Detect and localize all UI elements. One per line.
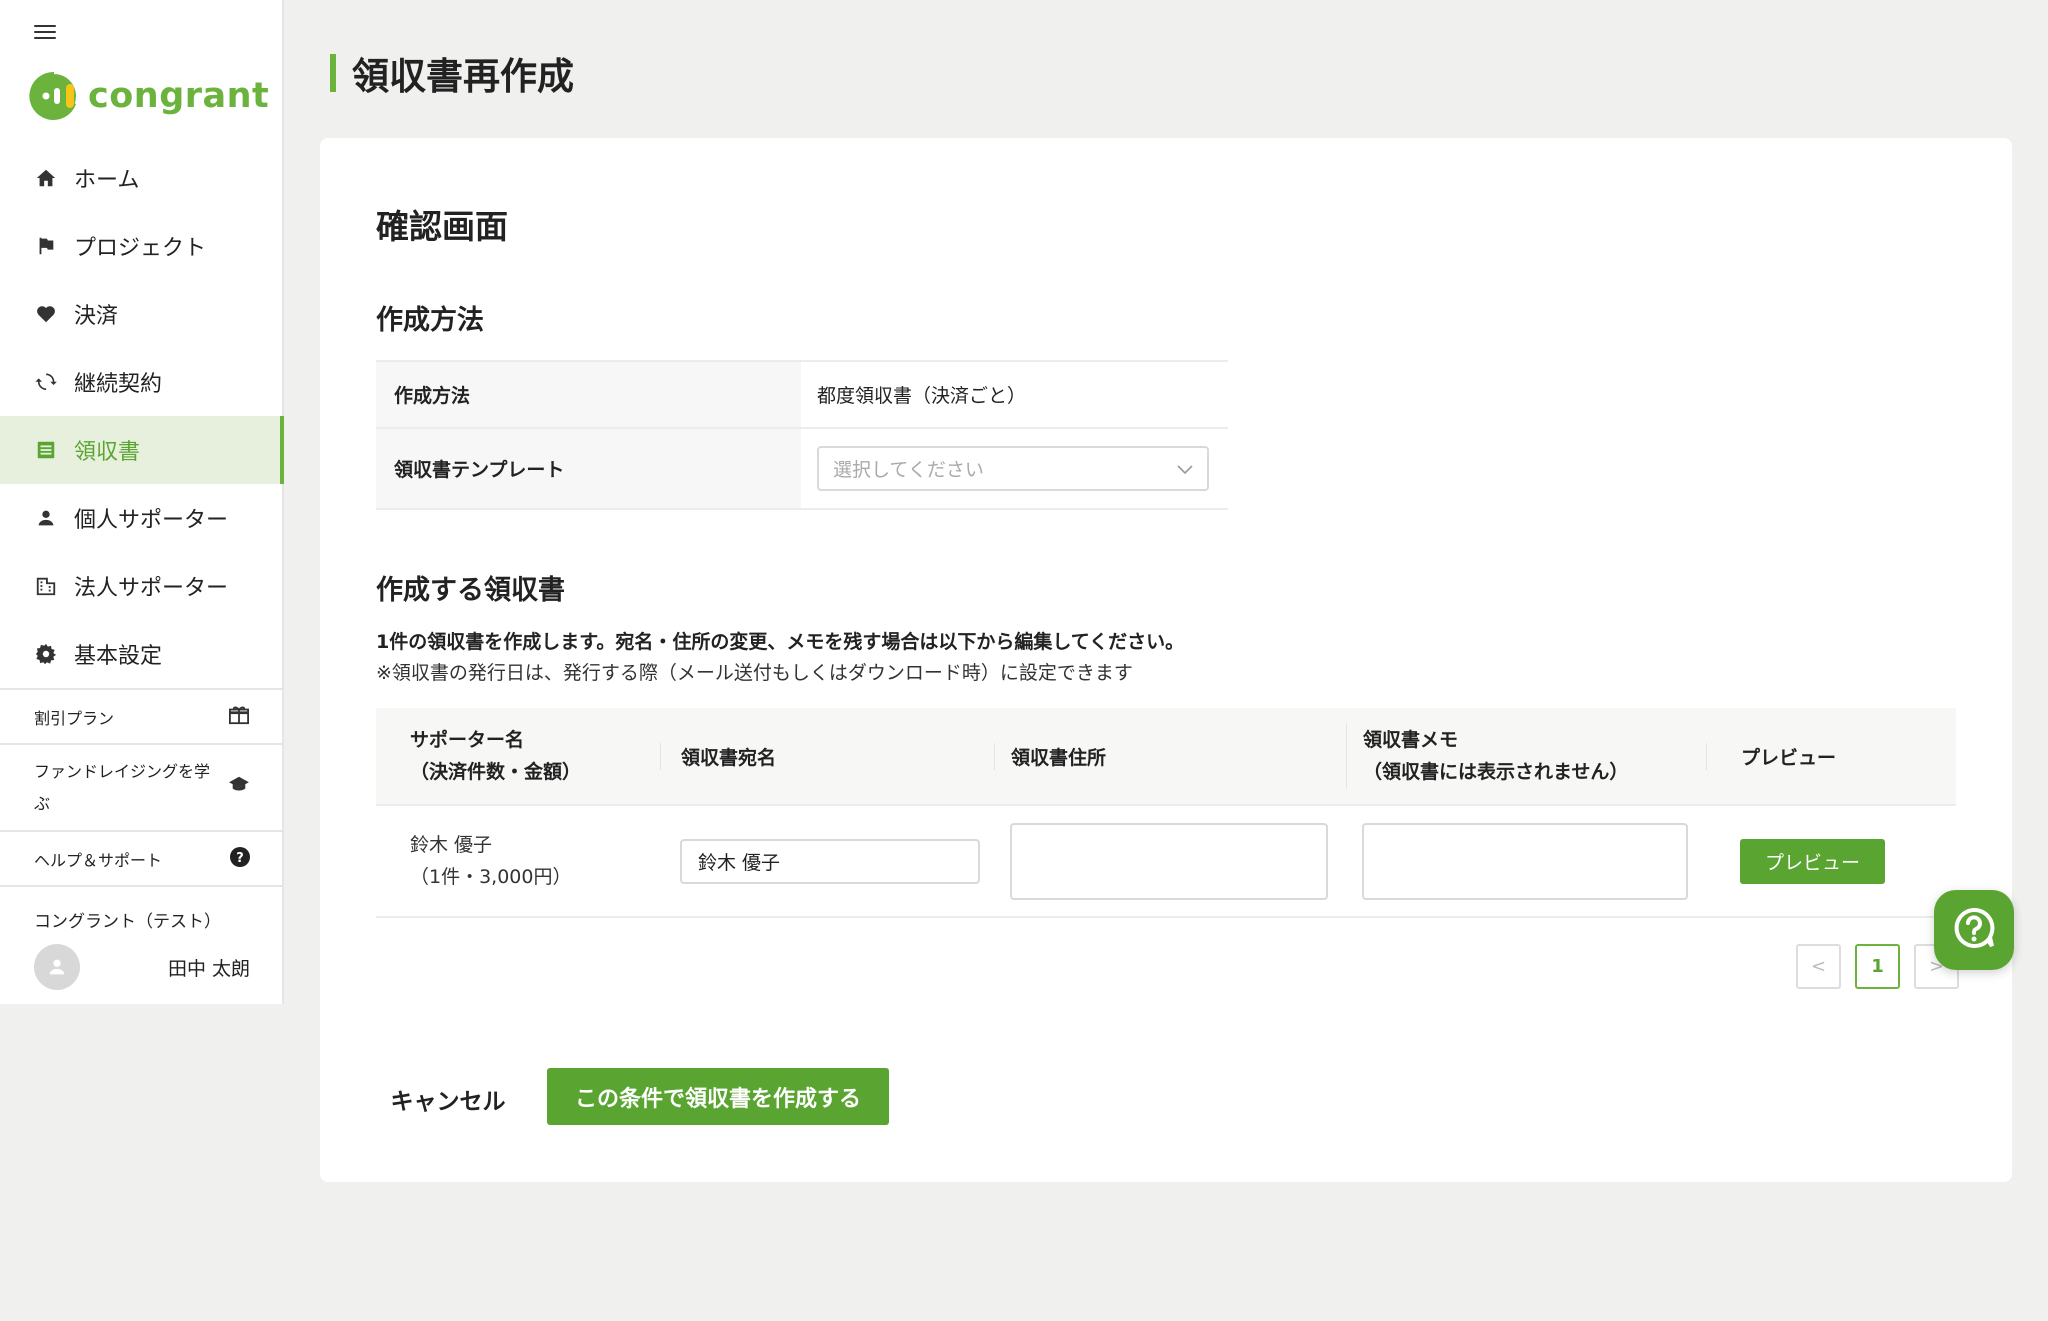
sidebar-item-individual-supporter[interactable]: 個人サポーター — [0, 484, 284, 552]
col-memo-line1: 領収書メモ — [1363, 729, 1459, 751]
sidebar-item-corporate-supporter[interactable]: 法人サポーター — [0, 552, 284, 620]
supporter-summary: （1件・3,000円） — [410, 866, 572, 888]
template-label: 領収書テンプレート — [376, 427, 801, 510]
menu-icon[interactable] — [34, 25, 56, 43]
col-memo-line2: （領収書には表示されません） — [1363, 761, 1629, 783]
cancel-button[interactable]: キャンセル — [384, 1070, 512, 1127]
supporter-name: 鈴木 優子 — [410, 834, 493, 856]
addressee-input[interactable]: 鈴木 優子 — [680, 838, 980, 884]
gear-icon — [34, 642, 58, 666]
col-address: 領収書住所 — [994, 742, 1346, 770]
page-1-button[interactable]: 1 — [1855, 944, 1900, 989]
learn-fundraising-label: ファンドレイジングを学ぶ — [34, 761, 211, 813]
template-select[interactable]: 選択してください — [817, 446, 1209, 491]
logo-mark — [29, 71, 77, 120]
person-icon — [34, 506, 58, 530]
supporter-cell: 鈴木 優子 （1件・3,000円） — [376, 829, 660, 893]
heart-icon — [34, 302, 58, 326]
sidebar-item-label: ホーム — [74, 168, 140, 193]
sidebar-item-label: プロジェクト — [74, 236, 207, 261]
sidebar: congrant ホーム プロジェクト 決済 継続契約 領収書 個人サポーター … — [0, 0, 284, 1004]
method-table: 作成方法 都度領収書（決済ごと） 領収書テンプレート 選択してください — [376, 360, 1228, 510]
sidebar-item-label: 決済 — [74, 304, 119, 329]
sidebar-item-label: 継続契約 — [74, 372, 163, 397]
sidebar-item-label: 領収書 — [74, 440, 141, 465]
help-support-label: ヘルプ＆サポート — [34, 850, 163, 870]
sidebar-item-receipt[interactable]: 領収書 — [0, 416, 284, 484]
method-value: 都度領収書（決済ごと） — [801, 360, 1228, 429]
gift-icon — [228, 705, 250, 729]
discount-plan-label: 割引プラン — [34, 708, 115, 728]
home-icon — [34, 166, 58, 190]
preview-button[interactable]: プレビュー — [1740, 838, 1885, 884]
create-receipt-button[interactable]: この条件で領収書を作成する — [547, 1068, 889, 1125]
table-row: 鈴木 優子 （1件・3,000円） 鈴木 優子 プレビュー — [376, 806, 1956, 918]
sidebar-nav: ホーム プロジェクト 決済 継続契約 領収書 個人サポーター 法人サポーター 基… — [0, 144, 284, 688]
template-select-placeholder: 選択してください — [833, 459, 984, 481]
user-block[interactable]: コングラント（テスト） 田中 太朗 — [0, 885, 284, 1004]
learn-fundraising-link[interactable]: ファンドレイジングを学ぶ — [0, 743, 284, 830]
col-addressee: 領収書宛名 — [660, 742, 994, 770]
question-icon: ? — [230, 846, 250, 871]
sidebar-item-home[interactable]: ホーム — [0, 144, 284, 212]
page-title: 領収書再作成 — [330, 54, 574, 98]
org-name: コングラント（テスト） — [34, 912, 221, 932]
prev-page-button[interactable]: < — [1796, 944, 1841, 989]
receipts-heading: 作成する領収書 — [376, 575, 565, 606]
discount-plan-link[interactable]: 割引プラン — [0, 688, 284, 743]
issue-date-note: ※領収書の発行日は、発行する際（メール送付もしくはダウンロード時）に設定できます — [376, 662, 1133, 684]
col-supporter-line1: サポーター名 — [410, 729, 525, 751]
sidebar-item-label: 個人サポーター — [74, 508, 229, 533]
col-supporter: サポーター名 （決済件数・金額） — [376, 724, 660, 788]
table-header: サポーター名 （決済件数・金額） 領収書宛名 領収書住所 領収書メモ （領収書に… — [376, 708, 1956, 806]
method-label: 作成方法 — [376, 360, 801, 429]
logo-text: congrant — [88, 76, 270, 116]
col-preview: プレビュー — [1706, 742, 1956, 770]
method-heading: 作成方法 — [376, 305, 484, 336]
confirm-heading: 確認画面 — [376, 207, 508, 246]
help-chat-button[interactable] — [1934, 890, 2014, 970]
sidebar-item-settings[interactable]: 基本設定 — [0, 620, 284, 688]
chevron-down-icon — [1177, 458, 1193, 480]
sidebar-item-payment[interactable]: 決済 — [0, 280, 284, 348]
graduation-cap-icon — [228, 772, 250, 804]
building-icon — [34, 574, 58, 598]
refresh-icon — [34, 370, 58, 394]
svg-text:?: ? — [236, 851, 244, 866]
receipts-description: 1件の領収書を作成します。宛名・住所の変更、メモを残す場合は以下から編集してくだ… — [376, 631, 1185, 653]
sidebar-item-project[interactable]: プロジェクト — [0, 212, 284, 280]
logo[interactable]: congrant — [28, 68, 269, 124]
sidebar-item-label: 基本設定 — [74, 644, 163, 669]
help-support-link[interactable]: ヘルプ＆サポート ? — [0, 830, 284, 885]
sidebar-links: 割引プラン ファンドレイジングを学ぶ ヘルプ＆サポート ? — [0, 688, 284, 885]
flag-icon — [34, 234, 58, 258]
main-card: 確認画面 作成方法 作成方法 都度領収書（決済ごと） 領収書テンプレート 選択し… — [320, 138, 2012, 1182]
avatar — [34, 944, 80, 990]
sidebar-item-subscription[interactable]: 継続契約 — [0, 348, 284, 416]
receipt-icon — [34, 438, 58, 462]
col-memo: 領収書メモ （領収書には表示されません） — [1346, 724, 1706, 788]
receipts-table: サポーター名 （決済件数・金額） 領収書宛名 領収書住所 領収書メモ （領収書に… — [376, 708, 1956, 918]
address-textarea[interactable] — [1010, 822, 1328, 900]
user-name: 田中 太朗 — [167, 957, 250, 980]
memo-textarea[interactable] — [1362, 822, 1688, 900]
sidebar-item-label: 法人サポーター — [74, 576, 229, 601]
help-bubble-icon — [1950, 904, 1998, 956]
col-supporter-line2: （決済件数・金額） — [410, 761, 582, 783]
